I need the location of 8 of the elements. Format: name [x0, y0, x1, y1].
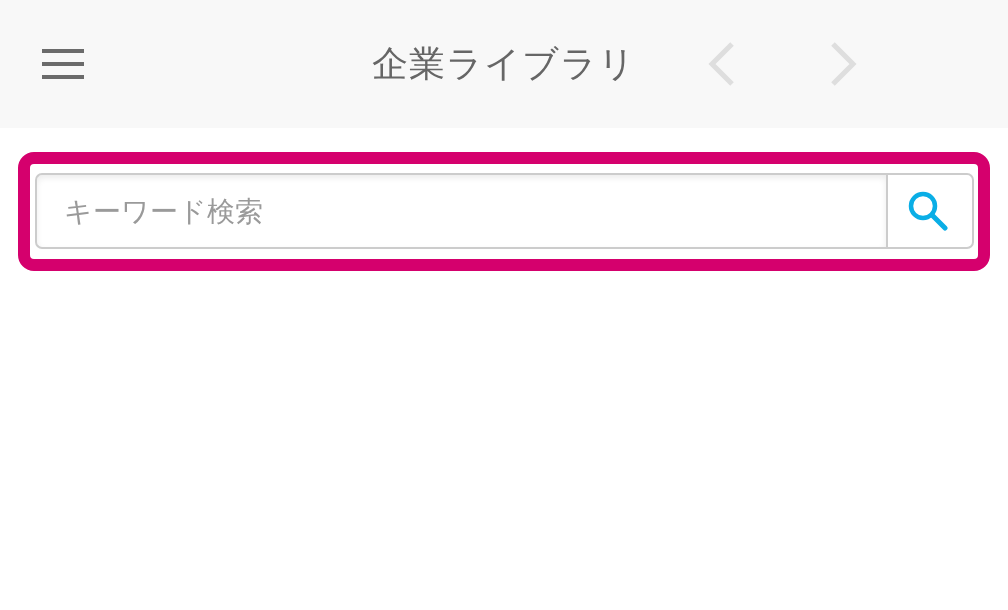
- page-title: 企業ライブラリ: [372, 41, 636, 86]
- search-icon: [908, 191, 948, 231]
- menu-icon: [42, 49, 84, 79]
- chevron-left-icon: [708, 42, 736, 86]
- search-field[interactable]: キーワード検索: [35, 173, 886, 249]
- chevron-right-icon: [829, 42, 857, 86]
- search-button[interactable]: [886, 173, 974, 249]
- menu-button[interactable]: [42, 49, 84, 79]
